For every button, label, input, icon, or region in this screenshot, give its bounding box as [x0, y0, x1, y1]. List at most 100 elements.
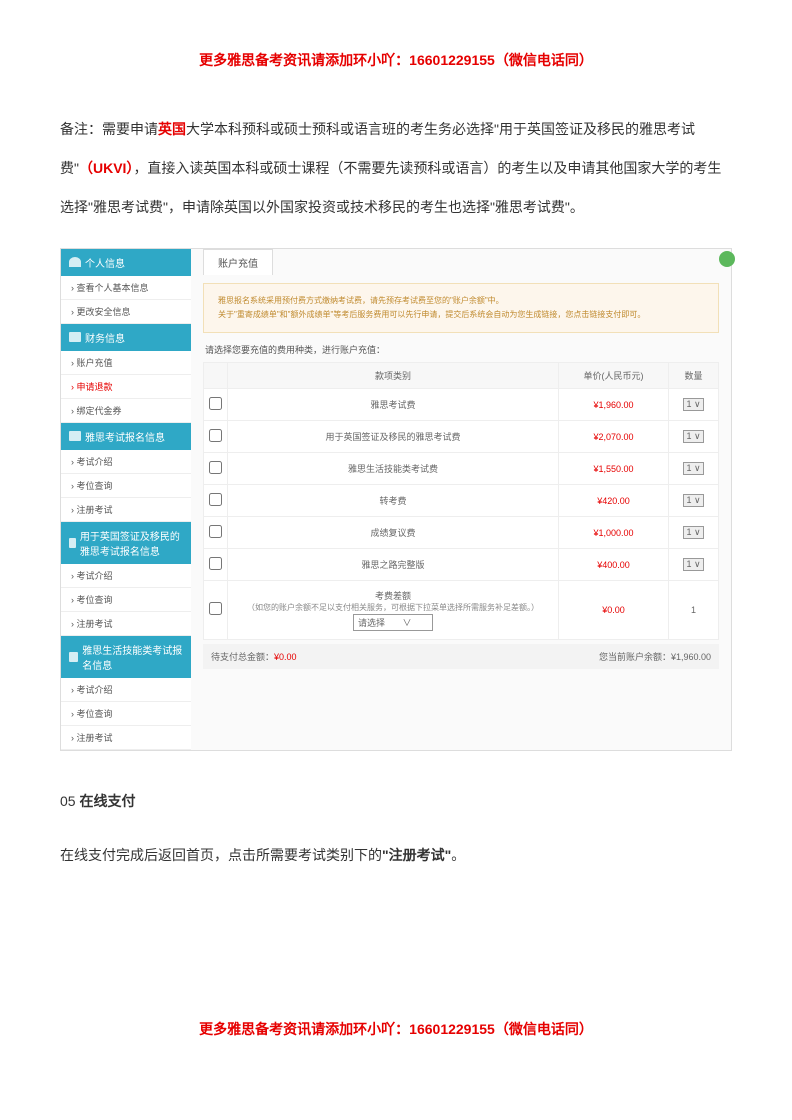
- sidebar-header-finance[interactable]: 财务信息: [61, 324, 191, 351]
- table-row: 雅思考试费¥1,960.00 1 ∨: [204, 389, 719, 421]
- footer-banner: 更多雅思备考资讯请添加环小吖：16601229155（微信电话同）: [60, 1019, 732, 1039]
- main-panel: 账户充值 雅思报名系统采用预付费方式缴纳考试费，请先预存考试费至您的"账户余额"…: [191, 249, 731, 750]
- fee-price: ¥1,960.00: [559, 389, 669, 421]
- tab-recharge[interactable]: 账户充值: [203, 249, 273, 275]
- fee-price: ¥1,000.00: [559, 517, 669, 549]
- sidebar-item-intro[interactable]: › 考试介绍: [61, 564, 191, 588]
- prompt-text: 请选择您要充值的费用种类，进行账户充值：: [205, 343, 719, 356]
- fee-name: 转考费: [228, 485, 559, 517]
- sidebar-header-profile[interactable]: 个人信息: [61, 249, 191, 276]
- fee-name: 雅思生活技能类考试费: [228, 453, 559, 485]
- table-row: 成绩复议费¥1,000.00 1 ∨: [204, 517, 719, 549]
- row-checkbox[interactable]: [209, 429, 222, 442]
- body-paragraph: 在线支付完成后返回首页，点击所需要考试类别下的"注册考试"。: [60, 841, 732, 869]
- card-icon: [69, 652, 78, 662]
- header-banner: 更多雅思备考资讯请添加环小吖：16601229155（微信电话同）: [60, 50, 732, 70]
- info-box: 雅思报名系统采用预付费方式缴纳考试费，请先预存考试费至您的"账户余额"中。 关于…: [203, 283, 719, 334]
- gap-qty: 1: [669, 581, 719, 639]
- qty-select[interactable]: 1 ∨: [683, 430, 703, 443]
- person-icon: [69, 257, 81, 267]
- note-paragraph: 备注：需要申请英国大学本科预科或硕士预科或语言班的考生务必选择"用于英国签证及移…: [60, 110, 732, 228]
- note-text: 备注：需要申请: [60, 121, 158, 137]
- section-heading: 05 在线支付: [60, 791, 732, 811]
- sidebar-label: 财务信息: [85, 330, 125, 345]
- qty-select[interactable]: 1 ∨: [683, 526, 703, 539]
- note-red-uk: 英国: [158, 121, 186, 137]
- fee-name: 用于英国签证及移民的雅思考试费: [228, 421, 559, 453]
- table-row: 转考费¥420.00 1 ∨: [204, 485, 719, 517]
- fee-name: 雅思考试费: [228, 389, 559, 421]
- gap-price: ¥0.00: [559, 581, 669, 639]
- sidebar-item-refund[interactable]: › 申请退款: [61, 375, 191, 399]
- col-price: 单价(人民币元): [559, 363, 669, 389]
- embedded-screenshot: 个人信息 › 查看个人基本信息 › 更改安全信息 财务信息 › 账户充值 › 申…: [60, 248, 732, 751]
- card-icon: [69, 332, 81, 342]
- sidebar-header-ielts[interactable]: 雅思考试报名信息: [61, 423, 191, 450]
- info-line: 关于"重寄成绩单"和"额外成绩单"等考后服务费用可以先行申请，提交后系统会自动为…: [218, 308, 704, 322]
- fee-name: 成绩复议费: [228, 517, 559, 549]
- note-red-ukvi: （UKVI）: [79, 160, 133, 176]
- note-text: ，直接入读英国本科或硕士课程（不需要先读预科或语言）的考生以及申请其他国家大学的…: [60, 160, 721, 215]
- total-value: ¥0.00: [274, 652, 297, 662]
- total-label: 待支付总金额：: [211, 652, 274, 662]
- sidebar: 个人信息 › 查看个人基本信息 › 更改安全信息 财务信息 › 账户充值 › 申…: [61, 249, 191, 750]
- qty-select[interactable]: 1 ∨: [683, 462, 703, 475]
- sidebar-item-seats[interactable]: › 考位查询: [61, 474, 191, 498]
- gap-name: 考费差额: [232, 589, 554, 602]
- row-checkbox[interactable]: [209, 397, 222, 410]
- row-checkbox[interactable]: [209, 493, 222, 506]
- sidebar-header-lifeskills[interactable]: 雅思生活技能类考试报名信息: [61, 636, 191, 678]
- fee-table: 款项类别 单价(人民币元) 数量 雅思考试费¥1,960.00 1 ∨ 用于英国签…: [203, 362, 719, 639]
- sidebar-header-ukvi[interactable]: 用于英国签证及移民的雅思考试报名信息: [61, 522, 191, 564]
- fee-price: ¥400.00: [559, 549, 669, 581]
- sidebar-label: 雅思生活技能类考试报名信息: [82, 642, 183, 672]
- fee-price: ¥420.00: [559, 485, 669, 517]
- table-row: 雅思生活技能类考试费¥1,550.00 1 ∨: [204, 453, 719, 485]
- sidebar-item-view-info[interactable]: › 查看个人基本信息: [61, 276, 191, 300]
- sidebar-item-seats[interactable]: › 考位查询: [61, 702, 191, 726]
- corner-badge-icon: [719, 251, 735, 267]
- gap-desc: （如您的账户余额不足以支付相关服务，可根据下拉菜单选择所需服务补足差额。）: [232, 602, 554, 613]
- qty-select[interactable]: 1 ∨: [683, 398, 703, 411]
- section-title: 在线支付: [79, 793, 135, 809]
- table-row: 用于英国签证及移民的雅思考试费¥2,070.00 1 ∨: [204, 421, 719, 453]
- body-text: 。: [451, 847, 465, 863]
- body-bold: "注册考试": [382, 847, 451, 863]
- gap-select-label: 请选择: [358, 618, 385, 628]
- sidebar-item-voucher[interactable]: › 绑定代金券: [61, 399, 191, 423]
- row-checkbox[interactable]: [209, 525, 222, 538]
- gap-select[interactable]: 请选择 ∨: [353, 614, 433, 631]
- sidebar-item-register[interactable]: › 注册考试: [61, 498, 191, 522]
- sidebar-item-intro[interactable]: › 考试介绍: [61, 678, 191, 702]
- balance-label: 您当前账户余额：: [599, 652, 671, 662]
- table-row: 雅思之路完整版¥400.00 1 ∨: [204, 549, 719, 581]
- sidebar-label: 用于英国签证及移民的雅思考试报名信息: [80, 528, 183, 558]
- qty-select[interactable]: 1 ∨: [683, 558, 703, 571]
- body-text: 在线支付完成后返回首页，点击所需要考试类别下的: [60, 847, 382, 863]
- sidebar-item-recharge[interactable]: › 账户充值: [61, 351, 191, 375]
- fee-name: 雅思之路完整版: [228, 549, 559, 581]
- sidebar-label: 雅思考试报名信息: [85, 429, 165, 444]
- sidebar-item-register[interactable]: › 注册考试: [61, 612, 191, 636]
- col-qty: 数量: [669, 363, 719, 389]
- sidebar-item-security[interactable]: › 更改安全信息: [61, 300, 191, 324]
- sidebar-item-register[interactable]: › 注册考试: [61, 726, 191, 750]
- table-row-gap: 考费差额 （如您的账户余额不足以支付相关服务，可根据下拉菜单选择所需服务补足差额…: [204, 581, 719, 639]
- balance-value: ¥1,960.00: [671, 652, 711, 662]
- totals-bar: 待支付总金额：¥0.00 您当前账户余额：¥1,960.00: [203, 644, 719, 669]
- col-type: 款项类别: [228, 363, 559, 389]
- row-checkbox[interactable]: [209, 461, 222, 474]
- sidebar-item-intro[interactable]: › 考试介绍: [61, 450, 191, 474]
- card-icon: [69, 431, 81, 441]
- sidebar-item-seats[interactable]: › 考位查询: [61, 588, 191, 612]
- fee-price: ¥1,550.00: [559, 453, 669, 485]
- col-check: [204, 363, 228, 389]
- qty-select[interactable]: 1 ∨: [683, 494, 703, 507]
- info-line: 雅思报名系统采用预付费方式缴纳考试费，请先预存考试费至您的"账户余额"中。: [218, 294, 704, 308]
- sidebar-label: 个人信息: [85, 255, 125, 270]
- section-number: 05: [60, 793, 79, 809]
- fee-price: ¥2,070.00: [559, 421, 669, 453]
- card-icon: [69, 538, 76, 548]
- row-checkbox[interactable]: [209, 557, 222, 570]
- row-checkbox[interactable]: [209, 602, 222, 615]
